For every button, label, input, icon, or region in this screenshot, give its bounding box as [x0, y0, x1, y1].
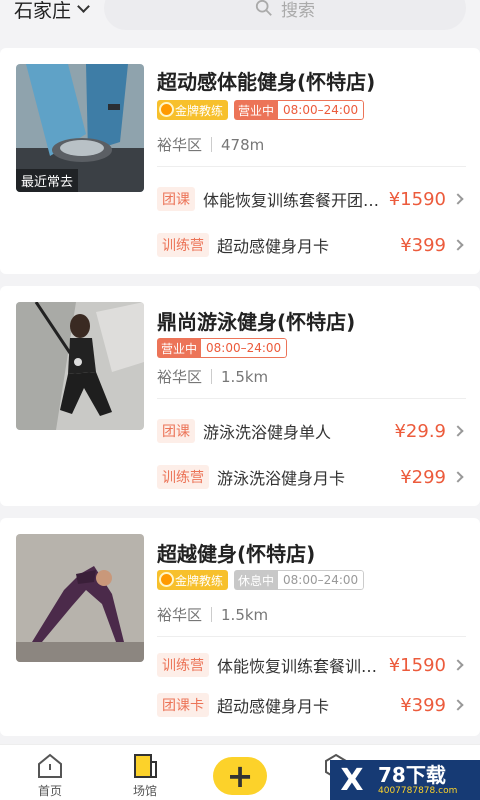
deal-tag: 团课卡 [157, 693, 209, 717]
search-placeholder: 搜索 [281, 0, 315, 21]
watermark-title: 78下载 [378, 763, 446, 787]
distance-label: 1.5km [221, 605, 269, 624]
deal-price: ¥399 [400, 234, 446, 256]
gold-coach-label: 金牌教练 [175, 573, 224, 588]
deal-tag: 训练营 [157, 233, 209, 257]
bottom-tab-bar: 首页 场馆 + 联 X 78下载 4007787878.com [0, 744, 480, 800]
city-label: 石家庄 [14, 0, 72, 22]
chevron-down-icon [77, 0, 90, 13]
status-label: 营业中 [234, 100, 279, 120]
deal-price: ¥29.9 [394, 420, 446, 442]
chevron-right-icon [452, 239, 464, 251]
tab-venue[interactable]: 场馆 [115, 744, 175, 800]
deal-price: ¥399 [400, 694, 446, 716]
venue-icon [134, 754, 157, 778]
venue-name: 鼎尚游泳健身(怀特店) [157, 310, 356, 334]
status-badge: 营业中 08:00–24:00 [157, 338, 288, 358]
status-label: 营业中 [157, 338, 202, 358]
venue-card[interactable]: 最近常去 超动感体能健身(怀特店) 金牌教练 营业中 08:00–24:00 裕… [0, 48, 480, 274]
divider [157, 636, 466, 637]
distance-label: 1.5km [221, 367, 269, 386]
chevron-right-icon [452, 471, 464, 483]
gold-coach-label: 金牌教练 [175, 103, 224, 118]
venue-photo [16, 302, 144, 430]
district-label: 裕华区 [157, 136, 203, 154]
deal-name: 体能恢复训练套餐开团… [203, 191, 380, 210]
divider [157, 166, 466, 167]
venue-photo: 最近常去 [16, 64, 144, 192]
district-label: 裕华区 [157, 606, 203, 624]
divider [157, 398, 466, 399]
tab-venue-label: 场馆 [132, 784, 157, 798]
chevron-right-icon [452, 193, 464, 205]
watermark-logo: X 78下载 4007787878.com [330, 760, 480, 800]
search-bar[interactable]: 搜索 [104, 0, 466, 30]
venue-card[interactable]: 鼎尚游泳健身(怀特店) 营业中 08:00–24:00 裕华区 1.5km 团课… [0, 286, 480, 506]
deal-tag: 团课 [157, 187, 195, 211]
add-button[interactable]: + [213, 757, 267, 795]
home-icon [38, 753, 62, 778]
chevron-right-icon [452, 659, 464, 671]
deal-name: 超动感健身月卡 [217, 697, 330, 716]
watermark-mark: X [330, 760, 374, 800]
distance-label: 478m [221, 135, 265, 154]
venue-location: 裕华区 1.5km [157, 604, 268, 625]
hours-label: 08:00–24:00 [201, 338, 288, 358]
deal-name: 游泳洗浴健身单人 [203, 423, 332, 442]
deal-row[interactable]: 团课 体能恢复训练套餐开团… ¥1590 [157, 186, 464, 212]
status-label: 休息中 [234, 570, 279, 590]
separator [211, 369, 213, 384]
deal-price: ¥1590 [388, 654, 446, 676]
status-badge: 休息中 08:00–24:00 [234, 570, 365, 590]
chevron-right-icon [452, 425, 464, 437]
deal-tag: 训练营 [157, 465, 209, 489]
tab-home-label: 首页 [37, 784, 62, 798]
deal-name: 超动感健身月卡 [217, 237, 330, 256]
hours-label: 08:00–24:00 [278, 100, 365, 120]
venue-card[interactable]: 超越健身(怀特店) 金牌教练 休息中 08:00–24:00 裕华区 1.5km… [0, 518, 480, 736]
deal-row[interactable]: 训练营 游泳洗浴健身月卡 ¥299 [157, 464, 464, 490]
deal-name: 体能恢复训练套餐训… [217, 657, 378, 676]
recent-visit-badge: 最近常去 [16, 169, 79, 192]
deal-row[interactable]: 训练营 体能恢复训练套餐训… ¥1590 [157, 652, 464, 678]
deal-price: ¥299 [400, 466, 446, 488]
venue-photo [16, 534, 144, 662]
medal-icon [159, 102, 174, 117]
venue-location: 裕华区 478m [157, 134, 264, 155]
search-icon [255, 0, 272, 16]
district-label: 裕华区 [157, 368, 203, 386]
deal-tag: 团课 [157, 419, 195, 443]
venue-location: 裕华区 1.5km [157, 366, 268, 387]
watermark-url: 4007787878.com [378, 786, 458, 796]
venue-name: 超动感体能健身(怀特店) [157, 70, 376, 94]
city-selector[interactable]: 石家庄 [14, 0, 90, 23]
separator [211, 607, 213, 622]
medal-icon [159, 572, 174, 587]
deal-tag: 训练营 [157, 653, 209, 677]
deal-row[interactable]: 训练营 超动感健身月卡 ¥399 [157, 232, 464, 258]
chevron-right-icon [452, 699, 464, 711]
venue-name: 超越健身(怀特店) [157, 542, 316, 566]
deal-row[interactable]: 团课卡 超动感健身月卡 ¥399 [157, 692, 464, 718]
venue-badges: 金牌教练 休息中 08:00–24:00 [157, 570, 365, 590]
deal-row[interactable]: 团课 游泳洗浴健身单人 ¥29.9 [157, 418, 464, 444]
separator [211, 137, 213, 152]
top-bar: 石家庄 搜索 [0, 0, 480, 36]
hours-label: 08:00–24:00 [278, 570, 365, 590]
tab-home[interactable]: 首页 [20, 744, 80, 800]
venue-badges: 金牌教练 营业中 08:00–24:00 [157, 100, 365, 120]
deal-name: 游泳洗浴健身月卡 [217, 469, 346, 488]
deal-price: ¥1590 [388, 188, 446, 210]
status-badge: 营业中 08:00–24:00 [234, 100, 365, 120]
gold-coach-badge: 金牌教练 [157, 100, 229, 120]
gold-coach-badge: 金牌教练 [157, 570, 229, 590]
venue-badges: 营业中 08:00–24:00 [157, 338, 288, 358]
